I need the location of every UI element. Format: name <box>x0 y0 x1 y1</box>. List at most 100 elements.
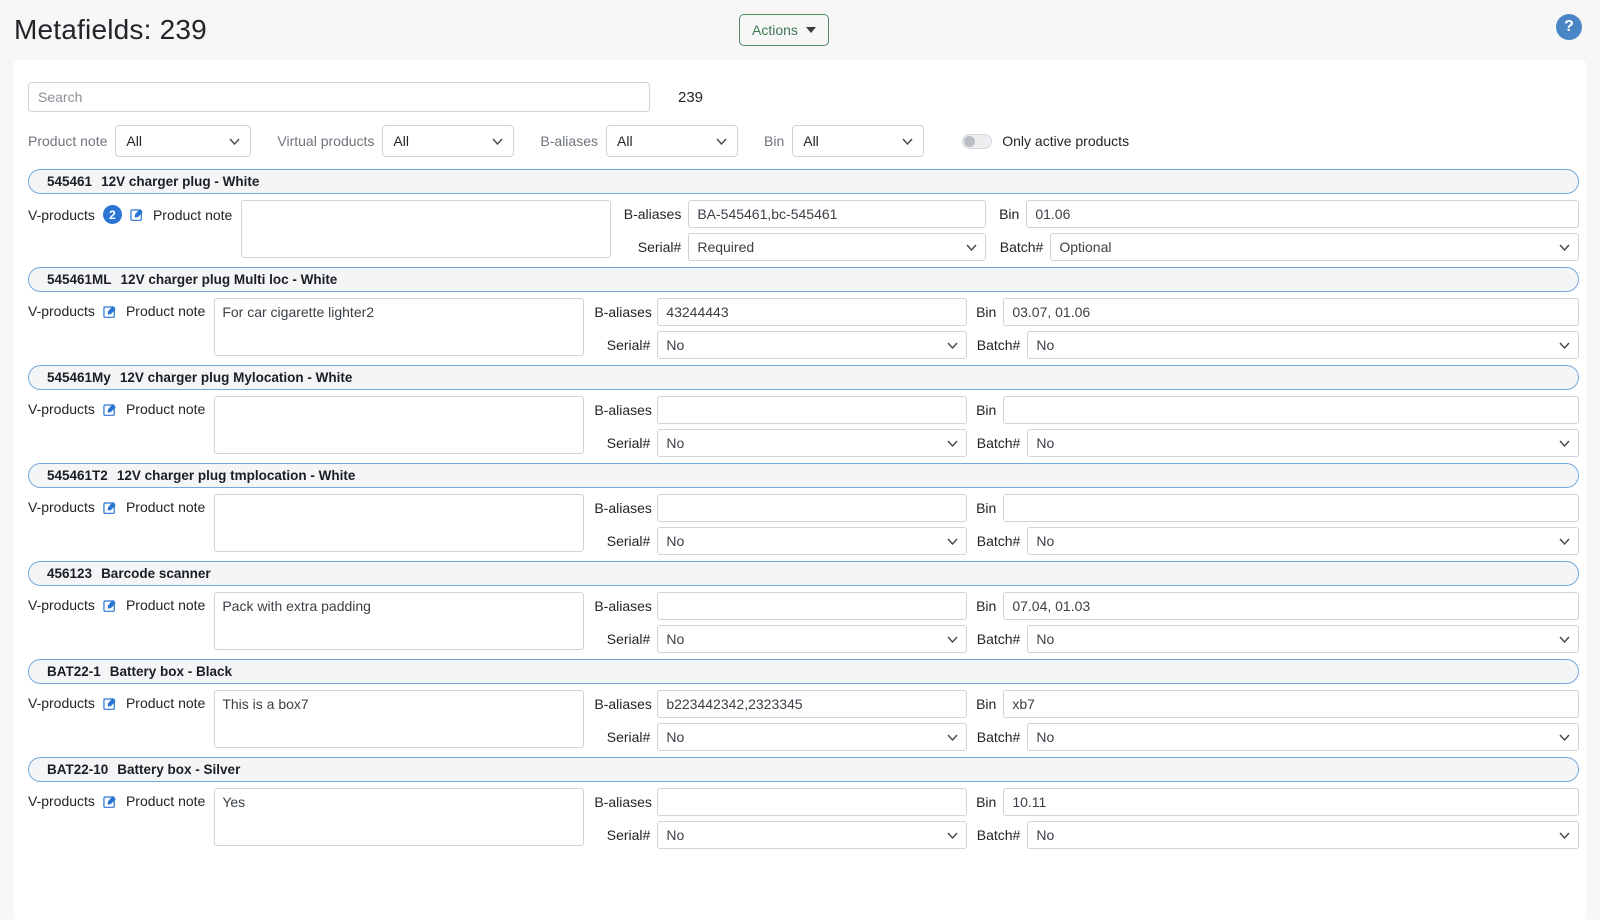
product-row-header[interactable]: 456123Barcode scanner <box>28 561 1579 586</box>
filter-label-bin: Bin <box>764 133 784 149</box>
product-note-label: Product note <box>126 793 205 809</box>
serial-value: Required <box>697 239 754 255</box>
filter-select-virtual-products[interactable]: All <box>382 125 514 157</box>
filter-select-product-note[interactable]: All <box>115 125 251 157</box>
bin-input[interactable] <box>1003 788 1579 816</box>
b-aliases-input[interactable] <box>688 200 986 228</box>
batch-label: Batch# <box>974 729 1020 745</box>
batch-select[interactable]: No <box>1027 723 1579 751</box>
bin-label: Bin <box>974 794 996 810</box>
serial-batch-line: Serial#NoBatch#No <box>594 625 1579 653</box>
actions-button[interactable]: Actions <box>739 14 829 46</box>
bin-input[interactable] <box>1003 690 1579 718</box>
bin-input[interactable] <box>1003 494 1579 522</box>
bin-input[interactable] <box>1003 298 1579 326</box>
b-aliases-label: B-aliases <box>594 696 650 712</box>
b-aliases-input[interactable] <box>657 690 967 718</box>
b-aliases-input[interactable] <box>657 298 967 326</box>
product-note-textarea[interactable]: For car cigarette lighter2 <box>214 298 584 356</box>
edit-icon[interactable] <box>130 207 145 222</box>
batch-label: Batch# <box>993 239 1043 255</box>
only-active-products-toggle[interactable] <box>962 134 992 149</box>
edit-icon[interactable] <box>103 696 118 711</box>
product-row-body: V-productsProduct noteB-aliasesBinSerial… <box>14 488 1586 561</box>
b-aliases-line: B-aliasesBin <box>594 592 1579 620</box>
edit-icon[interactable] <box>103 402 118 417</box>
filter-dropdown-row: Product note All Virtual products All B-… <box>28 125 1586 157</box>
product-note-textarea[interactable]: Yes <box>214 788 584 846</box>
chevron-down-icon <box>947 342 958 349</box>
product-row: BAT22-10Battery box - Silver V-products Pr… <box>14 757 1586 855</box>
bin-input[interactable] <box>1026 200 1579 228</box>
product-row-header[interactable]: 545461ML12V charger plug Multi loc - Whi… <box>28 267 1579 292</box>
serial-select[interactable]: No <box>657 429 967 457</box>
product-name: 12V charger plug Mylocation - White <box>120 370 353 385</box>
b-aliases-input[interactable] <box>657 592 967 620</box>
batch-select[interactable]: No <box>1027 331 1579 359</box>
b-aliases-line: B-aliasesBin <box>621 200 1579 228</box>
product-note-textarea[interactable] <box>214 494 584 552</box>
serial-batch-line: Serial#NoBatch#No <box>594 527 1579 555</box>
b-aliases-line: B-aliasesBin <box>594 396 1579 424</box>
product-name: Barcode scanner <box>101 566 211 581</box>
batch-select[interactable]: No <box>1027 527 1579 555</box>
vproducts-count-badge[interactable]: 2 <box>103 205 122 224</box>
bin-input[interactable] <box>1003 396 1579 424</box>
product-note-textarea[interactable] <box>241 200 611 258</box>
b-aliases-input[interactable] <box>657 396 967 424</box>
bin-label: Bin <box>993 206 1019 222</box>
product-row: BAT22-1Battery box - Black V-productsProd… <box>14 659 1586 757</box>
chevron-down-icon <box>716 138 727 145</box>
edit-icon[interactable] <box>103 500 118 515</box>
product-row-body: V-productsProduct noteYesB-aliasesBinSer… <box>14 782 1586 855</box>
product-note-label: Product note <box>126 695 205 711</box>
serial-select[interactable]: No <box>657 821 967 849</box>
batch-select[interactable]: No <box>1027 625 1579 653</box>
b-aliases-line: B-aliasesBin <box>594 690 1579 718</box>
edit-icon[interactable] <box>103 304 118 319</box>
serial-label: Serial# <box>594 533 650 549</box>
serial-select[interactable]: No <box>657 723 967 751</box>
serial-value: No <box>666 729 684 745</box>
product-row-header[interactable]: 545461My 12V charger plug Mylocation - Wh… <box>28 365 1579 390</box>
product-note-textarea[interactable] <box>214 396 584 454</box>
filter-select-b-aliases[interactable]: All <box>606 125 738 157</box>
product-name: Battery box - Black <box>110 664 232 679</box>
chevron-down-icon <box>492 138 503 145</box>
product-row-header[interactable]: BAT22-10Battery box - Silver <box>28 757 1579 782</box>
serial-select[interactable]: No <box>657 331 967 359</box>
b-aliases-input[interactable] <box>657 788 967 816</box>
product-row-header[interactable]: BAT22-1Battery box - Black <box>28 659 1579 684</box>
edit-icon[interactable] <box>103 598 118 613</box>
serial-select[interactable]: No <box>657 625 967 653</box>
edit-icon[interactable] <box>103 794 118 809</box>
filter-select-bin[interactable]: All <box>792 125 924 157</box>
chevron-down-icon <box>947 538 958 545</box>
batch-select[interactable]: No <box>1027 429 1579 457</box>
product-row-body: V-productsProduct notePack with extra pa… <box>14 586 1586 659</box>
vproducts-label: V-products <box>28 793 95 809</box>
chevron-down-icon <box>947 636 958 643</box>
b-aliases-input[interactable] <box>657 494 967 522</box>
only-active-products-label: Only active products <box>1002 133 1129 149</box>
top-bar: Metafields: 239 Actions ? <box>0 0 1600 60</box>
search-input[interactable] <box>28 82 650 112</box>
product-row-header[interactable]: 54546112V charger plug - White <box>28 169 1579 194</box>
help-icon[interactable]: ? <box>1556 14 1582 40</box>
product-sku: 545461My <box>47 370 111 385</box>
serial-select[interactable]: No <box>657 527 967 555</box>
search-row: 239 <box>28 82 1586 112</box>
product-note-group: V-productsProduct note <box>28 690 205 711</box>
product-note-group: V-products2Product note <box>28 200 232 224</box>
filter-value-product-note: All <box>126 133 142 149</box>
product-note-textarea[interactable]: This is a box7 <box>214 690 584 748</box>
batch-select[interactable]: No <box>1027 821 1579 849</box>
chevron-down-icon <box>902 138 913 145</box>
batch-value: No <box>1036 533 1054 549</box>
product-sku: 545461 <box>47 174 92 189</box>
batch-select[interactable]: Optional <box>1050 233 1579 261</box>
product-note-textarea[interactable]: Pack with extra padding <box>214 592 584 650</box>
product-row-header[interactable]: 545461T212V charger plug tmplocation - W… <box>28 463 1579 488</box>
bin-input[interactable] <box>1003 592 1579 620</box>
serial-select[interactable]: Required <box>688 233 986 261</box>
